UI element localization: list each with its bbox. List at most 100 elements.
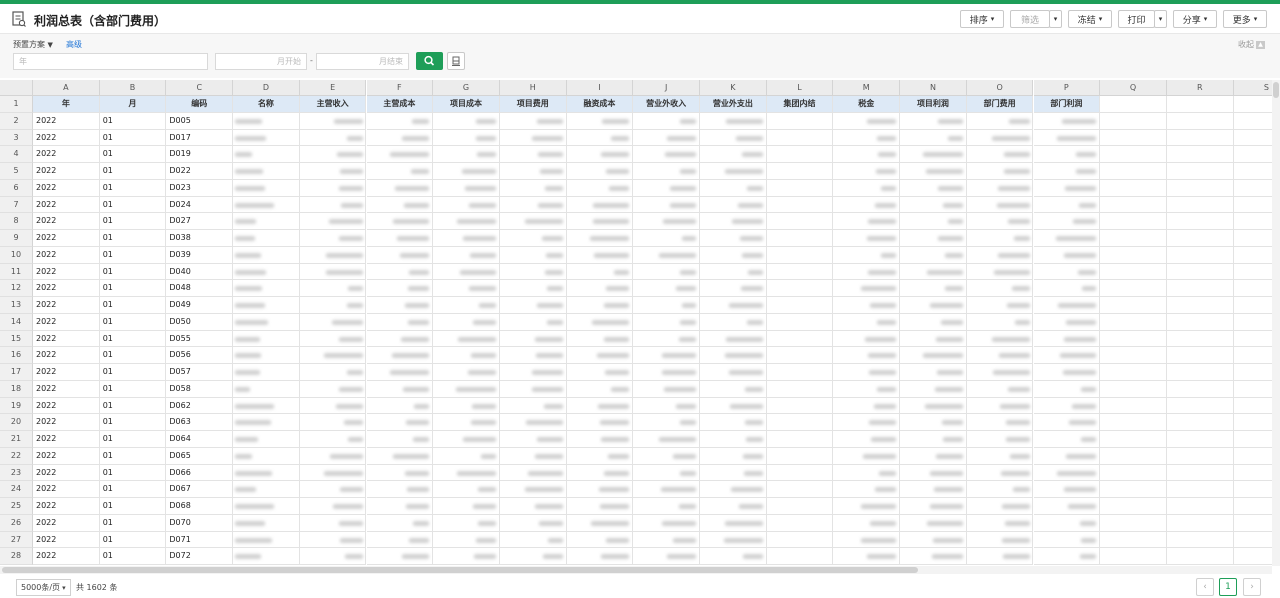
- table-cell[interactable]: [766, 531, 834, 549]
- row-header[interactable]: 24: [0, 481, 33, 498]
- table-cell[interactable]: [1166, 313, 1234, 331]
- column-header-c[interactable]: C: [166, 80, 234, 96]
- table-cell[interactable]: D019: [166, 146, 234, 163]
- row-header[interactable]: 4: [0, 146, 33, 163]
- table-cell[interactable]: [1100, 481, 1167, 498]
- table-cell[interactable]: 2022: [33, 481, 100, 498]
- row-header[interactable]: 20: [0, 414, 33, 431]
- table-cell[interactable]: [1233, 280, 1272, 297]
- table-cell[interactable]: [766, 313, 834, 331]
- table-cell[interactable]: D067: [166, 481, 234, 498]
- table-cell[interactable]: D063: [166, 414, 234, 431]
- table-cell[interactable]: 2022: [33, 447, 100, 465]
- table-cell[interactable]: D058: [166, 380, 234, 398]
- table-cell[interactable]: [1166, 414, 1234, 431]
- table-cell[interactable]: [1100, 447, 1167, 465]
- table-cell[interactable]: [1233, 398, 1272, 415]
- table-cell[interactable]: [1166, 531, 1234, 549]
- table-cell[interactable]: D066: [166, 464, 234, 482]
- row-header[interactable]: 11: [0, 263, 33, 281]
- row-header[interactable]: 14: [0, 313, 33, 331]
- table-cell[interactable]: D064: [166, 431, 234, 448]
- table-cell[interactable]: [1233, 414, 1272, 431]
- vertical-scrollbar[interactable]: [1272, 80, 1280, 566]
- preset-scheme-dropdown[interactable]: 预置方案 ▼: [13, 39, 53, 50]
- table-cell[interactable]: [766, 498, 834, 515]
- table-cell[interactable]: [1100, 129, 1167, 147]
- row-header[interactable]: 1: [0, 96, 33, 113]
- table-cell[interactable]: 2022: [33, 347, 100, 364]
- table-cell[interactable]: D040: [166, 263, 234, 281]
- table-cell[interactable]: D005: [166, 112, 234, 130]
- row-header[interactable]: 27: [0, 531, 33, 549]
- field-header-cell[interactable]: 集团内结: [766, 96, 834, 113]
- table-cell[interactable]: [1233, 448, 1272, 465]
- column-header-q[interactable]: Q: [1100, 80, 1167, 96]
- filter-dropdown-button[interactable]: ▾: [1049, 10, 1062, 28]
- table-cell[interactable]: [766, 213, 834, 230]
- table-cell[interactable]: [1166, 514, 1234, 532]
- print-dropdown-button[interactable]: ▾: [1154, 10, 1167, 28]
- table-cell[interactable]: [766, 364, 834, 381]
- table-cell[interactable]: [1100, 163, 1167, 180]
- table-cell[interactable]: [766, 146, 834, 163]
- table-cell[interactable]: D057: [166, 364, 234, 381]
- table-cell[interactable]: [1100, 414, 1167, 431]
- table-cell[interactable]: [1233, 130, 1272, 147]
- collapse-filter-button[interactable]: 收起 ▲: [1238, 39, 1265, 50]
- table-cell[interactable]: 01: [99, 246, 167, 264]
- row-header[interactable]: 8: [0, 213, 33, 230]
- row-header[interactable]: 18: [0, 380, 33, 398]
- row-header[interactable]: 3: [0, 129, 33, 147]
- table-cell[interactable]: 01: [99, 364, 167, 381]
- row-header[interactable]: 22: [0, 447, 33, 465]
- horizontal-scroll-thumb[interactable]: [2, 567, 918, 573]
- spreadsheet-grid[interactable]: ABCDEFGHIJKLMNOPQRS 1 2 3 4 5 6 7 8 9 10 11 12 13 14 1…: [0, 80, 1272, 566]
- table-cell[interactable]: [766, 297, 834, 314]
- table-cell[interactable]: 2022: [33, 179, 100, 197]
- table-cell[interactable]: D068: [166, 498, 234, 515]
- row-header[interactable]: 26: [0, 514, 33, 532]
- table-cell[interactable]: D055: [166, 330, 234, 348]
- table-cell[interactable]: [1100, 246, 1167, 264]
- table-cell[interactable]: D022: [166, 163, 234, 180]
- table-cell[interactable]: 2022: [33, 330, 100, 348]
- table-cell[interactable]: [1166, 163, 1234, 180]
- column-header-o[interactable]: O: [966, 80, 1034, 96]
- table-cell[interactable]: 2022: [33, 213, 100, 230]
- table-cell[interactable]: [1233, 331, 1272, 348]
- table-cell[interactable]: [766, 330, 834, 348]
- table-cell[interactable]: [1100, 112, 1167, 130]
- table-cell[interactable]: 01: [99, 531, 167, 549]
- column-header-g[interactable]: G: [433, 80, 500, 96]
- page-number-button[interactable]: 1: [1219, 578, 1237, 596]
- filter-button[interactable]: 筛选: [1010, 10, 1050, 28]
- row-header[interactable]: 25: [0, 498, 33, 515]
- table-cell[interactable]: [1100, 280, 1167, 297]
- table-cell[interactable]: [1233, 230, 1272, 247]
- table-cell[interactable]: [1166, 464, 1234, 482]
- row-header[interactable]: 12: [0, 280, 33, 297]
- table-cell[interactable]: 2022: [33, 163, 100, 180]
- table-cell[interactable]: [1233, 247, 1272, 264]
- next-page-button[interactable]: ›: [1243, 578, 1261, 596]
- table-cell[interactable]: 01: [99, 313, 167, 331]
- table-cell[interactable]: [1100, 380, 1167, 398]
- table-cell[interactable]: [1166, 146, 1234, 163]
- table-cell[interactable]: 2022: [33, 129, 100, 147]
- table-cell[interactable]: [766, 196, 834, 214]
- table-cell[interactable]: [766, 464, 834, 482]
- table-cell[interactable]: D070: [166, 514, 234, 532]
- table-cell[interactable]: [1166, 481, 1234, 498]
- row-header[interactable]: 7: [0, 196, 33, 214]
- table-cell[interactable]: 2022: [33, 112, 100, 130]
- column-header-r[interactable]: R: [1166, 80, 1234, 96]
- table-cell[interactable]: [1100, 531, 1167, 549]
- table-cell[interactable]: 01: [99, 146, 167, 163]
- row-header[interactable]: 2: [0, 112, 33, 130]
- table-cell[interactable]: [1166, 196, 1234, 214]
- column-header-a[interactable]: A: [33, 80, 100, 96]
- table-cell[interactable]: 01: [99, 380, 167, 398]
- field-header-cell[interactable]: 名称: [233, 96, 300, 113]
- table-cell[interactable]: [1166, 347, 1234, 364]
